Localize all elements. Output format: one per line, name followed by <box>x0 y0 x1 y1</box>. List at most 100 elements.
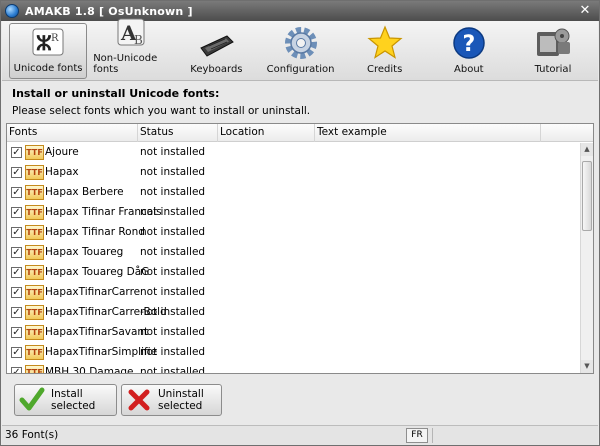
font-checkbox[interactable]: ✓ <box>11 147 22 158</box>
unicode-fonts-icon: ⵣ R <box>29 23 67 61</box>
ttf-file-icon: TTF <box>25 305 44 320</box>
font-checkbox[interactable]: ✓ <box>11 267 22 278</box>
list-item[interactable]: ✓ TTF HapaxTifinarCarre not installed <box>7 283 581 303</box>
font-checkbox[interactable]: ✓ <box>11 247 22 258</box>
help-icon: ? <box>450 24 488 62</box>
font-name: MBH 30 Damage <box>45 366 134 374</box>
font-name: Hapax Tifinar Rond <box>45 226 145 238</box>
font-status: not installed <box>140 186 206 198</box>
font-checkbox[interactable]: ✓ <box>11 167 22 178</box>
ttf-file-icon: TTF <box>25 165 44 180</box>
toolbar-label-configuration: Configuration <box>266 64 335 75</box>
language-indicator[interactable]: FR <box>406 428 428 443</box>
svg-text:ⵣ: ⵣ <box>36 31 52 55</box>
font-checkbox[interactable]: ✓ <box>11 307 22 318</box>
scroll-up-arrow-icon[interactable]: ▲ <box>581 143 593 156</box>
list-item[interactable]: ✓ TTF Hapax Berbere not installed <box>7 183 581 203</box>
ttf-file-icon: TTF <box>25 185 44 200</box>
toolbar-label-credits: Credits <box>367 64 403 75</box>
scroll-down-arrow-icon[interactable]: ▼ <box>581 360 593 373</box>
toolbar-non-unicode-fonts-button[interactable]: A B Non-Unicode fonts <box>93 18 171 79</box>
section-subtitle: Please select fonts which you want to in… <box>12 105 311 117</box>
close-button[interactable]: ✕ <box>577 3 593 18</box>
ttf-file-icon: TTF <box>25 325 44 340</box>
main-toolbar: ⵣ R Unicode fonts A B Non-Unicode fonts <box>2 18 598 81</box>
star-icon <box>366 24 404 62</box>
font-checkbox[interactable]: ✓ <box>11 207 22 218</box>
font-status: not installed <box>140 326 206 338</box>
font-name: Hapax <box>45 166 79 178</box>
ttf-file-icon: TTF <box>25 345 44 360</box>
svg-text:?: ? <box>462 32 475 57</box>
gear-icon <box>282 24 320 62</box>
font-status: not installed <box>140 286 206 298</box>
app-globe-icon <box>5 4 19 18</box>
install-selected-button[interactable]: Install selected <box>14 384 117 416</box>
ttf-file-icon: TTF <box>25 145 44 160</box>
list-item[interactable]: ✓ TTF Hapax Touareg not installed <box>7 243 581 263</box>
list-item[interactable]: ✓ TTF Hapax Touareg DåG not installed <box>7 263 581 283</box>
list-rows: ✓ TTF Ajoure not installed ✓ TTF Hapax not inst… <box>7 143 581 374</box>
font-checkbox[interactable]: ✓ <box>11 187 22 198</box>
font-checkbox[interactable]: ✓ <box>11 327 22 338</box>
toolbar-about-button[interactable]: ? About <box>430 23 508 79</box>
list-item[interactable]: ✓ TTF Hapax not installed <box>7 163 581 183</box>
list-column-headers: Fonts Status Location Text example <box>7 124 593 142</box>
font-status: not installed <box>140 246 206 258</box>
font-checkbox[interactable]: ✓ <box>11 227 22 238</box>
toolbar-credits-button[interactable]: Credits <box>346 23 424 79</box>
fonts-list[interactable]: Fonts Status Location Text example ✓ TTF A… <box>6 123 594 374</box>
status-bar: 36 Font(s) FR <box>2 425 598 445</box>
vertical-scrollbar[interactable]: ▲ ▼ <box>580 143 593 373</box>
ttf-file-icon: TTF <box>25 245 44 260</box>
font-name: Hapax Berbere <box>45 186 124 198</box>
column-header-fonts[interactable]: Fonts <box>7 124 138 142</box>
window-title: AMAKB 1.8 [ OsUnknown ] <box>25 4 193 18</box>
column-header-location[interactable]: Location <box>218 124 315 142</box>
font-status: not installed <box>140 166 206 178</box>
font-checkbox[interactable]: ✓ <box>11 367 22 373</box>
title-bar[interactable]: AMAKB 1.8 [ OsUnknown ] ✕ <box>1 1 599 21</box>
action-bar: Install selected Uninstall selected <box>2 377 598 425</box>
ttf-file-icon: TTF <box>25 285 44 300</box>
list-item[interactable]: ✓ TTF Ajoure not installed <box>7 143 581 163</box>
uninstall-selected-label: Uninstall selected <box>158 388 204 412</box>
film-reel-icon <box>534 24 572 62</box>
font-checkbox[interactable]: ✓ <box>11 347 22 358</box>
app-window: AMAKB 1.8 [ OsUnknown ] ✕ ⵣ R Unicode fo… <box>0 0 600 446</box>
font-name: Ajoure <box>45 146 79 158</box>
font-status: not installed <box>140 346 206 358</box>
font-checkbox[interactable]: ✓ <box>11 287 22 298</box>
section-header: Install or uninstall Unicode fonts: Plea… <box>2 82 598 122</box>
toolbar-label-about: About <box>454 64 484 75</box>
toolbar-tutorial-button[interactable]: Tutorial <box>514 23 592 79</box>
scrollbar-thumb[interactable] <box>582 161 592 231</box>
svg-text:B: B <box>134 33 143 47</box>
list-item[interactable]: ✓ TTF HapaxTifinarSimplifie not installed <box>7 343 581 363</box>
list-item[interactable]: ✓ TTF MBH 30 Damage not installed <box>7 363 581 374</box>
ttf-file-icon: TTF <box>25 365 44 373</box>
section-title: Install or uninstall Unicode fonts: <box>12 87 220 100</box>
toolbar-label-unicode-fonts: Unicode fonts <box>13 63 83 74</box>
ttf-file-icon: TTF <box>25 265 44 280</box>
list-item[interactable]: ✓ TTF HapaxTifinarCarre-Bold not installed <box>7 303 581 323</box>
toolbar-configuration-button[interactable]: Configuration <box>261 23 339 79</box>
uninstall-selected-button[interactable]: Uninstall selected <box>121 384 222 416</box>
font-count: 36 Font(s) <box>5 429 59 441</box>
install-selected-label: Install selected <box>51 388 96 412</box>
list-item[interactable]: ✓ TTF Hapax Tifinar Francais not installed <box>7 203 581 223</box>
font-status: not installed <box>140 146 206 158</box>
list-item[interactable]: ✓ TTF HapaxTifinarSavant not installed <box>7 323 581 343</box>
status-bar-panel <box>432 428 592 443</box>
column-header-text-example[interactable]: Text example <box>315 124 541 142</box>
font-name: Hapax Touareg <box>45 246 124 258</box>
list-item[interactable]: ✓ TTF Hapax Tifinar Rond not installed <box>7 223 581 243</box>
svg-text:R: R <box>51 33 59 44</box>
font-status: not installed <box>140 226 206 238</box>
font-name: HapaxTifinarSavant <box>45 326 149 338</box>
toolbar-label-tutorial: Tutorial <box>534 64 572 75</box>
column-header-status[interactable]: Status <box>138 124 218 142</box>
toolbar-keyboards-button[interactable]: Keyboards <box>177 23 255 79</box>
keyboard-icon <box>197 24 235 62</box>
toolbar-unicode-fonts-button[interactable]: ⵣ R Unicode fonts <box>9 23 88 79</box>
